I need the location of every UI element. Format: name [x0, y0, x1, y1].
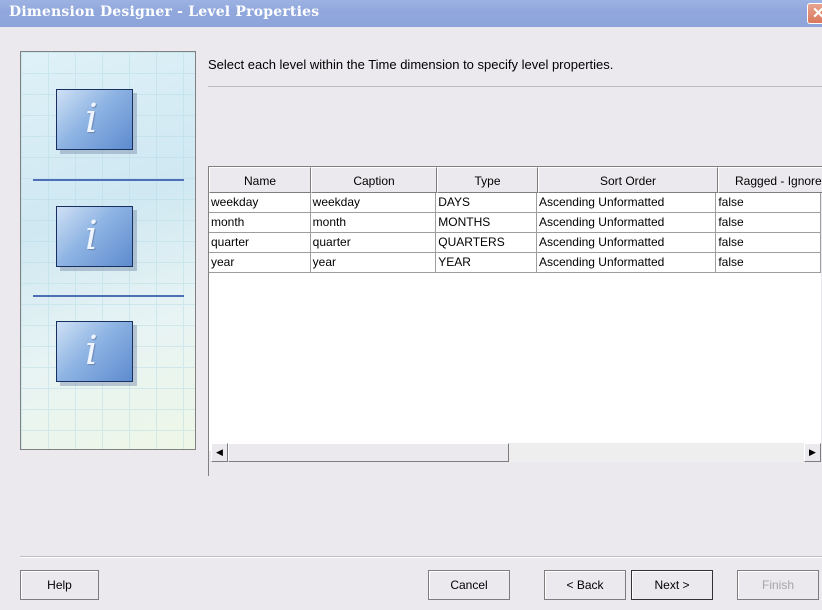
horizontal-scrollbar[interactable]: ◀ ▶: [211, 443, 821, 462]
dialog-window: Dimension Designer - Level Properties ✕ …: [0, 0, 822, 610]
level-properties-table[interactable]: Name Caption Type Sort Order Ragged - Ig…: [208, 166, 822, 476]
info-icon: i: [56, 89, 133, 150]
info-icon-glyph: i: [85, 328, 98, 374]
cell-name[interactable]: weekday: [209, 193, 311, 213]
column-header-sort-order[interactable]: Sort Order: [538, 167, 718, 193]
side-divider: [33, 295, 184, 297]
scroll-right-icon[interactable]: ▶: [804, 443, 821, 462]
table-row[interactable]: month month MONTHS Ascending Unformatted…: [209, 213, 821, 233]
cell-type[interactable]: YEAR: [436, 253, 537, 273]
cell-caption[interactable]: month: [310, 213, 437, 233]
cell-ragged-ignore[interactable]: false: [716, 233, 821, 253]
table-row[interactable]: year year YEAR Ascending Unformatted fal…: [209, 253, 821, 273]
cell-name[interactable]: month: [209, 213, 311, 233]
column-header-caption[interactable]: Caption: [311, 167, 437, 193]
info-icon: i: [56, 206, 133, 267]
cell-type[interactable]: MONTHS: [436, 213, 537, 233]
cell-type[interactable]: QUARTERS: [436, 233, 537, 253]
cell-caption[interactable]: year: [310, 253, 437, 273]
cancel-button[interactable]: Cancel: [428, 570, 510, 600]
next-button[interactable]: Next >: [631, 570, 713, 600]
info-icon-glyph: i: [85, 213, 98, 259]
column-header-name[interactable]: Name: [209, 167, 311, 193]
side-divider: [33, 179, 184, 181]
cell-sort-order[interactable]: Ascending Unformatted: [536, 213, 717, 233]
window-title: Dimension Designer - Level Properties: [9, 4, 320, 20]
table-body: weekday weekday DAYS Ascending Unformatt…: [209, 193, 821, 451]
info-icon-glyph: i: [85, 96, 98, 142]
back-button[interactable]: < Back: [544, 570, 626, 600]
cell-caption[interactable]: quarter: [310, 233, 437, 253]
cell-sort-order[interactable]: Ascending Unformatted: [536, 233, 717, 253]
help-button[interactable]: Help: [20, 570, 99, 600]
cell-name[interactable]: quarter: [209, 233, 311, 253]
cell-name[interactable]: year: [209, 253, 311, 273]
scroll-left-icon[interactable]: ◀: [211, 443, 228, 462]
instruction-text: Select each level within the Time dimens…: [208, 57, 614, 72]
cell-ragged-ignore[interactable]: false: [716, 253, 821, 273]
table-header: Name Caption Type Sort Order Ragged - Ig…: [209, 167, 822, 193]
close-icon[interactable]: ✕: [807, 3, 822, 24]
separator: [208, 86, 822, 87]
cell-caption[interactable]: weekday: [310, 193, 437, 213]
wizard-side-image: i i i: [20, 51, 196, 450]
cell-sort-order[interactable]: Ascending Unformatted: [536, 253, 717, 273]
cell-ragged-ignore[interactable]: false: [716, 193, 821, 213]
cell-type[interactable]: DAYS: [436, 193, 537, 213]
footer-separator: [20, 556, 822, 558]
column-header-type[interactable]: Type: [437, 167, 538, 193]
table-row[interactable]: weekday weekday DAYS Ascending Unformatt…: [209, 193, 821, 213]
info-icon: i: [56, 321, 133, 382]
cell-sort-order[interactable]: Ascending Unformatted: [536, 193, 717, 213]
scroll-track[interactable]: [509, 443, 804, 462]
scroll-thumb[interactable]: [228, 443, 509, 462]
finish-button: Finish: [737, 570, 819, 600]
column-header-ragged-ignore[interactable]: Ragged - Ignore: [718, 167, 822, 193]
table-row[interactable]: quarter quarter QUARTERS Ascending Unfor…: [209, 233, 821, 253]
cell-ragged-ignore[interactable]: false: [716, 213, 821, 233]
title-bar[interactable]: Dimension Designer - Level Properties ✕: [0, 0, 822, 27]
